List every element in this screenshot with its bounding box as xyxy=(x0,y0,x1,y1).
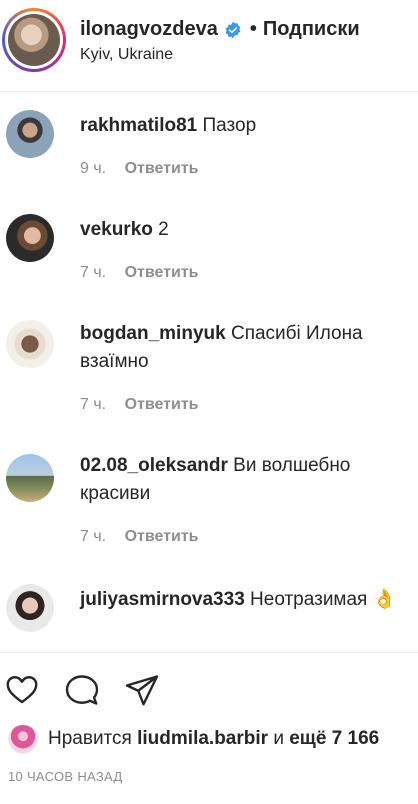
commenter-avatar[interactable] xyxy=(6,320,54,368)
comment-text: Неотразимая 👌 xyxy=(250,589,397,610)
comment-body: juliyasmirnova333 Неотразимая 👌 xyxy=(80,586,400,614)
reply-button[interactable]: Ответить xyxy=(125,160,199,177)
comment-body: 02.08_oleksandr Ви волшебно красиви xyxy=(80,452,400,508)
commenter-avatar[interactable] xyxy=(6,110,54,158)
comment-username[interactable]: bogdan_minyuk xyxy=(80,323,226,344)
comment-time: 7 ч. xyxy=(80,528,107,545)
heart-icon[interactable] xyxy=(4,672,40,708)
reply-button[interactable]: Ответить xyxy=(125,396,199,413)
comment-meta: 9 ч. Ответить xyxy=(80,160,199,178)
likes-summary: Нравится liudmila.barbir и ещё 7 166 xyxy=(48,728,379,750)
comment-time: 9 ч. xyxy=(80,160,107,177)
commenter-avatar[interactable] xyxy=(6,454,54,502)
comment-time: 7 ч. xyxy=(80,264,107,281)
likes-count-link[interactable]: ещё 7 166 xyxy=(289,728,379,749)
author-avatar-ring xyxy=(5,11,63,69)
comment-body: vekurko 2 xyxy=(80,216,400,244)
reply-button[interactable]: Ответить xyxy=(125,264,199,281)
comment-username[interactable]: juliyasmirnova333 xyxy=(80,589,245,610)
post-header: ilonagvozdeva • Подписки Kyiv, Ukraine xyxy=(0,0,418,92)
comment-username[interactable]: rakhmatilo81 xyxy=(80,115,197,136)
author-avatar[interactable] xyxy=(2,8,66,72)
reply-button[interactable]: Ответить xyxy=(125,528,199,545)
post-timestamp: 10 ЧАСОВ НАЗАД xyxy=(8,769,123,784)
comment-time: 7 ч. xyxy=(80,396,107,413)
separator-dot: • xyxy=(249,18,257,40)
author-username[interactable]: ilonagvozdeva xyxy=(80,18,218,41)
following-button[interactable]: Подписки xyxy=(263,18,360,41)
comment-icon[interactable] xyxy=(64,672,100,708)
post-location[interactable]: Kyiv, Ukraine xyxy=(80,46,173,64)
comment-text: 2 xyxy=(158,219,169,240)
section-divider xyxy=(0,652,418,653)
comment-meta: 7 ч. Ответить xyxy=(80,528,199,546)
comment-body: bogdan_minyuk Спасибі Илона взаїмно xyxy=(80,320,400,376)
comment-username[interactable]: 02.08_oleksandr xyxy=(80,455,228,476)
comment-meta: 7 ч. Ответить xyxy=(80,264,199,282)
likes-row: Нравится liudmila.barbir и ещё 7 166 xyxy=(0,724,418,756)
post-action-bar xyxy=(0,668,418,712)
author-avatar-photo xyxy=(8,14,60,66)
comment-body: rakhmatilo81 Пазор xyxy=(80,112,400,140)
likes-prefix: Нравится xyxy=(48,728,132,749)
commenter-avatar[interactable] xyxy=(6,584,54,632)
share-icon[interactable] xyxy=(124,672,160,708)
verified-badge-icon xyxy=(225,21,241,38)
comment-username[interactable]: vekurko xyxy=(80,219,153,240)
likes-conjunction: и xyxy=(273,728,284,749)
comment-text: Пазор xyxy=(202,115,257,136)
author-line: ilonagvozdeva • Подписки xyxy=(80,18,360,41)
liker-avatar[interactable] xyxy=(8,724,38,754)
commenter-avatar[interactable] xyxy=(6,214,54,262)
liker-username[interactable]: liudmila.barbir xyxy=(137,728,268,749)
comment-meta: 7 ч. Ответить xyxy=(80,396,199,414)
